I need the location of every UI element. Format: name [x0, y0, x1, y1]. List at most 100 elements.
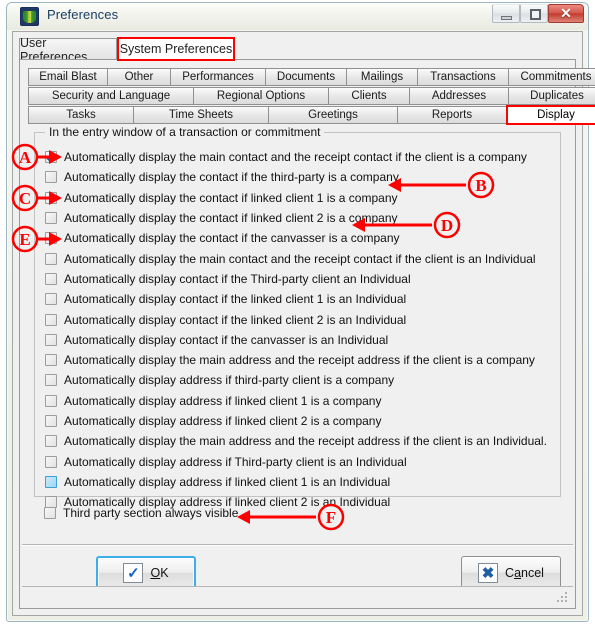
minimize-icon: [501, 16, 512, 20]
inner-tab-label: Clients: [351, 90, 387, 102]
display-option-checkbox[interactable]: [45, 435, 57, 448]
display-option-label: Automatically display the main address a…: [64, 434, 547, 449]
display-option-checkbox[interactable]: [45, 252, 57, 265]
inner-tab-commitments[interactable]: Commitments: [508, 68, 595, 86]
display-option-row[interactable]: Automatically display address if linked …: [45, 411, 552, 431]
tab-system-preferences[interactable]: System Preferences: [117, 37, 235, 61]
cancel-button-label: Cancel: [505, 566, 544, 580]
third-party-always-visible-label: Third party section always visible: [63, 506, 239, 520]
display-option-row[interactable]: Automatically display the contact if the…: [45, 167, 552, 187]
inner-tab-label: Addresses: [431, 90, 487, 102]
x-mark-icon: ✖: [478, 563, 499, 583]
inner-tab-label: Commitments: [520, 71, 592, 83]
inner-tab-performances[interactable]: Performances: [170, 68, 266, 86]
button-bar-separator: [22, 544, 573, 546]
display-option-row[interactable]: Automatically display the contact if the…: [45, 228, 552, 248]
inner-tab-documents[interactable]: Documents: [265, 68, 347, 86]
window-titlebar[interactable]: Preferences ✕: [7, 3, 588, 30]
display-option-label: Automatically display address if linked …: [64, 474, 391, 489]
inner-tab-display[interactable]: Display: [506, 105, 595, 125]
display-option-checkbox[interactable]: [45, 313, 57, 326]
display-option-label: Automatically display address if Third-p…: [64, 454, 407, 469]
display-option-label: Automatically display the contact if lin…: [64, 190, 398, 205]
ok-button[interactable]: ✓ OK: [96, 556, 196, 590]
display-option-label: Automatically display contact if the can…: [64, 332, 389, 347]
inner-tab-email-blast[interactable]: Email Blast: [28, 68, 108, 86]
display-option-row[interactable]: Automatically display address if third-p…: [45, 370, 552, 390]
inner-tab-label: Display: [537, 109, 575, 121]
inner-tab-transactions[interactable]: Transactions: [417, 68, 509, 86]
display-option-checkbox[interactable]: [45, 415, 57, 427]
display-option-row[interactable]: Automatically display contact if the Thi…: [45, 269, 552, 289]
inner-tab-other[interactable]: Other: [107, 68, 171, 86]
display-option-label: Automatically display address if third-p…: [64, 373, 395, 388]
inner-tab-security-and-language[interactable]: Security and Language: [28, 87, 194, 105]
display-option-checkbox[interactable]: [45, 394, 57, 407]
display-option-label: Automatically display contact if the lin…: [64, 312, 407, 327]
display-option-row[interactable]: Automatically display contact if the can…: [45, 330, 552, 350]
dialog-client-area: User Preferences System Preferences Emai…: [12, 31, 595, 616]
display-option-checkbox[interactable]: [45, 333, 57, 346]
app-logo-icon: [20, 7, 39, 26]
display-option-checkbox[interactable]: [45, 151, 57, 164]
display-option-row[interactable]: Automatically display address if linked …: [45, 391, 552, 411]
display-option-checkbox[interactable]: [45, 455, 57, 468]
inner-tab-label: Other: [124, 71, 154, 83]
inner-tab-label: Performances: [182, 71, 254, 83]
display-option-checkbox[interactable]: [45, 191, 57, 204]
display-option-checkbox[interactable]: [45, 212, 57, 225]
inner-tab-reports[interactable]: Reports: [397, 106, 507, 124]
display-option-row[interactable]: Automatically display the main contact a…: [45, 147, 552, 167]
display-option-row[interactable]: Automatically display address if Third-p…: [45, 451, 552, 471]
display-option-row[interactable]: Automatically display contact if the lin…: [45, 309, 552, 329]
display-option-row[interactable]: Automatically display the contact if lin…: [45, 208, 552, 228]
third-party-always-visible-checkbox[interactable]: [44, 507, 56, 519]
inner-tab-mailings[interactable]: Mailings: [346, 68, 418, 86]
close-button[interactable]: ✕: [548, 4, 584, 23]
window-title: Preferences: [47, 7, 119, 22]
groupbox-legend: In the entry window of a transaction or …: [45, 125, 325, 139]
inner-tab-duplicates[interactable]: Duplicates: [508, 87, 595, 105]
display-options-list: Automatically display the main contact a…: [45, 147, 552, 509]
cancel-button[interactable]: ✖ Cancel: [461, 556, 561, 590]
resize-grip[interactable]: [556, 590, 569, 603]
inner-tab-greetings[interactable]: Greetings: [268, 106, 398, 124]
inner-tab-label: Documents: [276, 71, 336, 83]
inner-tab-addresses[interactable]: Addresses: [409, 87, 509, 105]
display-option-label: Automatically display the main contact a…: [64, 251, 536, 266]
tab-user-preferences[interactable]: User Preferences: [19, 36, 117, 64]
inner-tab-label: Duplicates: [530, 90, 584, 102]
display-option-row[interactable]: Automatically display the main address a…: [45, 350, 552, 370]
inner-tab-regional-options[interactable]: Regional Options: [193, 87, 329, 105]
inner-tab-time-sheets[interactable]: Time Sheets: [133, 106, 269, 124]
status-bar: [22, 586, 573, 606]
inner-tab-label: Tasks: [66, 109, 96, 121]
tab-system-preferences-label: System Preferences: [119, 42, 233, 56]
maximize-button[interactable]: [520, 4, 548, 23]
display-option-row[interactable]: Automatically display the contact if lin…: [45, 188, 552, 208]
display-option-checkbox[interactable]: [45, 232, 57, 245]
display-option-checkbox[interactable]: [45, 171, 57, 184]
inner-tab-tasks[interactable]: Tasks: [28, 106, 134, 124]
display-option-row[interactable]: Automatically display address if linked …: [45, 472, 552, 492]
display-option-checkbox[interactable]: [45, 293, 57, 306]
display-option-checkbox[interactable]: [45, 475, 57, 488]
inner-tab-row-1: Email Blast Other Performances Documents Mai…: [28, 68, 595, 86]
minimize-button[interactable]: [492, 4, 520, 23]
checkmark-icon: ✓: [123, 563, 144, 583]
display-option-row[interactable]: Automatically display the main contact a…: [45, 248, 552, 268]
display-option-label: Automatically display the main contact a…: [64, 150, 527, 165]
outer-tab-panel: Email Blast Other Performances Documents Mai…: [19, 59, 595, 609]
close-icon: ✕: [560, 5, 572, 21]
inner-tab-row-2: Security and Language Regional Options Cli…: [28, 87, 595, 105]
display-option-row[interactable]: Automatically display the main address a…: [45, 431, 552, 451]
inner-tab-label: Security and Language: [51, 90, 171, 102]
display-option-label: Automatically display contact if the lin…: [64, 292, 407, 307]
display-option-checkbox[interactable]: [45, 272, 57, 285]
display-option-checkbox[interactable]: [45, 354, 57, 367]
display-option-row[interactable]: Automatically display contact if the lin…: [45, 289, 552, 309]
inner-tab-clients[interactable]: Clients: [328, 87, 410, 105]
inner-tab-row-3: Tasks Time Sheets Greetings Reports Display: [28, 105, 595, 125]
display-option-checkbox[interactable]: [45, 374, 57, 387]
third-party-always-visible-row[interactable]: Third party section always visible: [44, 506, 238, 520]
